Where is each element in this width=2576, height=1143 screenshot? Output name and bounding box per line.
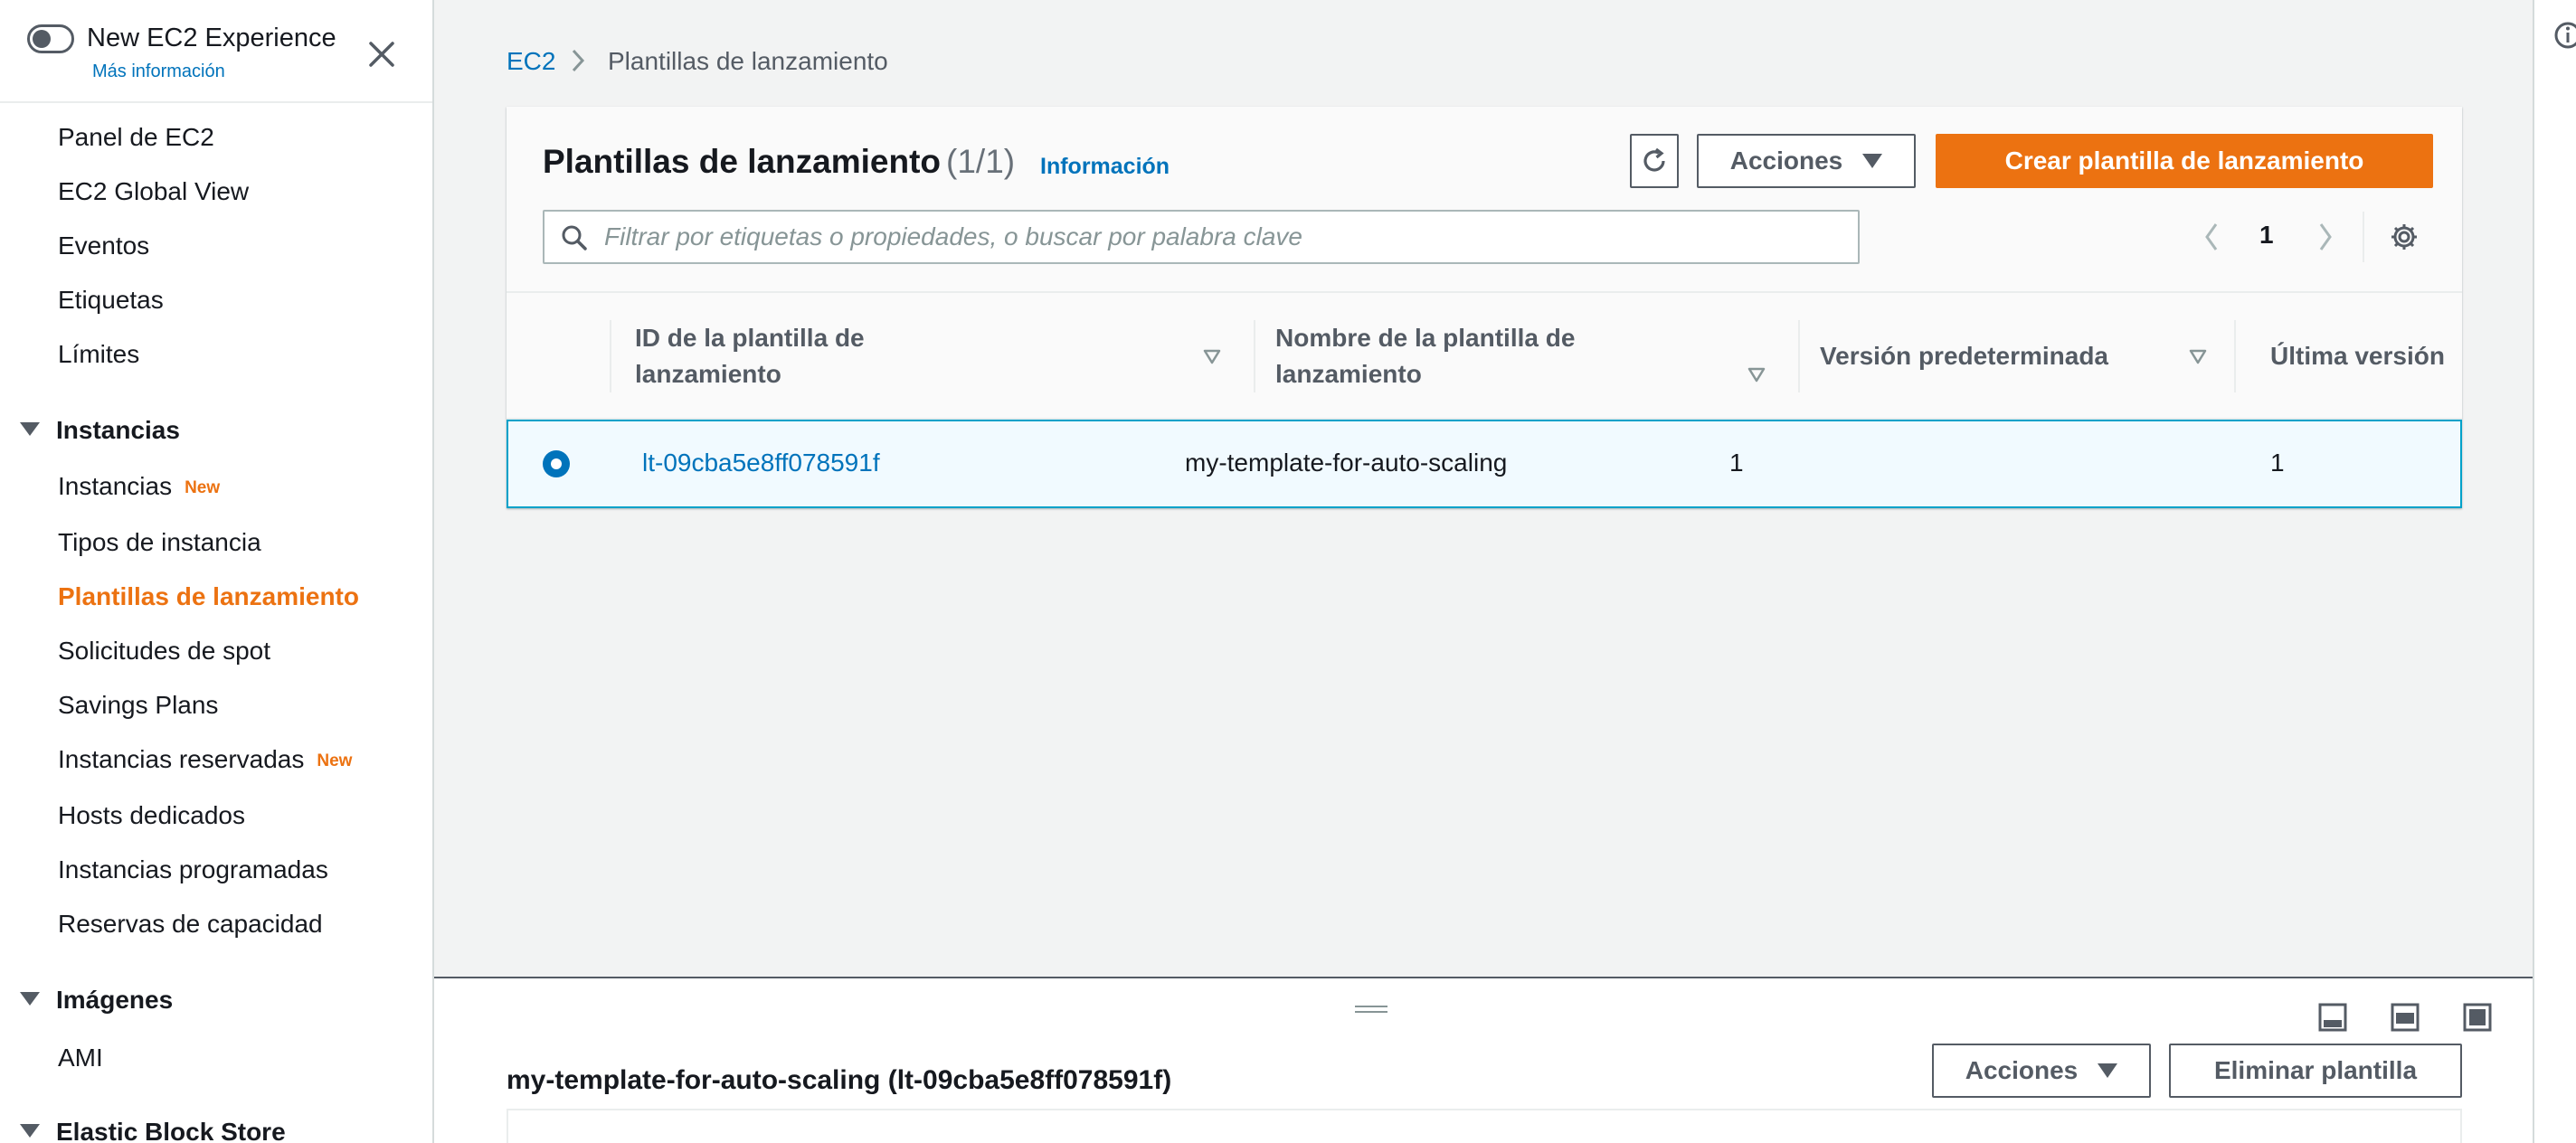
sort-icon[interactable] [2187, 345, 2209, 367]
details-actions-button[interactable]: Acciones [1932, 1044, 2151, 1098]
search-box [543, 210, 1860, 264]
nav-item-hosts-dedicados[interactable]: Hosts dedicados [58, 801, 245, 830]
column-header-id[interactable]: ID de la plantilla de lanzamiento [635, 293, 961, 420]
caret-down-icon [20, 422, 40, 436]
create-launch-template-button[interactable]: Crear plantilla de lanzamiento [1936, 134, 2433, 188]
experience-title: New EC2 Experience [87, 24, 336, 52]
column-divider [1254, 320, 1255, 392]
column-header-default-version[interactable]: Versión predeterminada [1820, 293, 2164, 420]
column-header-latest-version[interactable]: Última versión [2270, 293, 2462, 420]
new-badge: New [317, 751, 353, 770]
template-name: my-template-for-auto-scaling [1185, 449, 1508, 477]
panel-full-icon[interactable] [2462, 1002, 2493, 1033]
delete-template-button[interactable]: Eliminar plantilla [2169, 1044, 2462, 1098]
nav-item-panel-ec2[interactable]: Panel de EC2 [58, 123, 214, 152]
actions-label: Acciones [1965, 1056, 2079, 1084]
refresh-button[interactable] [1630, 134, 1679, 188]
actions-label: Acciones [1729, 146, 1843, 175]
template-id-link[interactable]: lt-09cba5e8ff078591f [642, 449, 880, 477]
page-number[interactable]: 1 [2259, 221, 2274, 250]
table-header-area: Plantillas de lanzamiento (1/1) Informaci… [507, 107, 2462, 293]
search-input[interactable] [604, 217, 1843, 257]
latest-version: 1 [2270, 449, 2285, 477]
info-link[interactable]: Información [1040, 154, 1170, 180]
row-radio-selected[interactable] [543, 450, 570, 477]
sort-icon[interactable] [1746, 364, 1767, 385]
chevron-left-icon[interactable] [2198, 217, 2225, 257]
search-icon [562, 225, 587, 250]
toggle-knob [33, 30, 51, 48]
divider [2363, 212, 2364, 262]
breadcrumb-ec2[interactable]: EC2 [507, 47, 555, 76]
column-header-name[interactable]: Nombre de la plantilla de lanzamiento [1275, 293, 1655, 420]
column-divider [610, 320, 611, 392]
details-split-panel: my-template-for-auto-scaling (lt-09cba5e… [434, 977, 2533, 1143]
launch-templates-table-card: Plantillas de lanzamiento (1/1) Informaci… [507, 107, 2462, 508]
column-divider [1798, 320, 1800, 392]
close-icon[interactable] [364, 36, 400, 72]
nav-section-ebs[interactable]: Elastic Block Store [20, 1118, 286, 1143]
panel-bottom-icon[interactable] [2317, 1002, 2348, 1033]
info-icon[interactable] [2552, 20, 2576, 51]
caret-down-icon [2098, 1063, 2118, 1078]
experience-header: New EC2 Experience Más información [0, 0, 432, 103]
table-header-row: ID de la plantilla de lanzamiento Nombre… [507, 293, 2462, 420]
more-info-link[interactable]: Más información [92, 61, 225, 82]
table-row[interactable]: lt-09cba5e8ff078591f my-template-for-aut… [507, 420, 2462, 508]
nav-section-imagenes[interactable]: Imágenes [20, 986, 173, 1015]
nav-item-solicitudes-spot[interactable]: Solicitudes de spot [58, 637, 270, 666]
help-panel-strip [2533, 0, 2576, 1143]
section-label: Elastic Block Store [56, 1118, 286, 1143]
refresh-icon [1643, 147, 1665, 172]
details-title: my-template-for-auto-scaling (lt-09cba5e… [507, 1065, 1172, 1095]
nav-item-ami[interactable]: AMI [58, 1044, 103, 1072]
gear-icon[interactable] [2388, 221, 2420, 253]
resize-handle[interactable] [1355, 1004, 1387, 1016]
caret-down-icon [1862, 154, 1883, 168]
section-label: Imágenes [56, 986, 174, 1014]
nav-item-reservas-capacidad[interactable]: Reservas de capacidad [58, 910, 323, 939]
nav-item-eventos[interactable]: Eventos [58, 231, 149, 260]
default-version: 1 [1729, 449, 1744, 477]
new-experience-toggle[interactable] [27, 24, 74, 53]
chevron-right-icon[interactable] [2312, 217, 2339, 257]
caret-down-icon [20, 992, 40, 1006]
title-text: Plantillas de lanzamiento [543, 143, 942, 180]
section-label: Instancias [56, 416, 180, 444]
title-count: (1/1) [946, 143, 1016, 180]
nav-label: Instancias [58, 472, 173, 500]
nav-section-instancias[interactable]: Instancias [20, 416, 180, 445]
column-divider [2234, 320, 2236, 392]
nav-item-limites[interactable]: Límites [58, 340, 139, 369]
nav-item-plantillas-lanzamiento[interactable]: Plantillas de lanzamiento [58, 582, 359, 611]
nav-label: Instancias reservadas [58, 745, 305, 773]
details-content [507, 1109, 2462, 1143]
nav-item-instancias[interactable]: Instancias New [58, 472, 220, 501]
nav-item-etiquetas[interactable]: Etiquetas [58, 286, 164, 315]
sort-icon[interactable] [1201, 345, 1223, 367]
nav-item-instancias-reservadas[interactable]: Instancias reservadas New [58, 745, 352, 774]
nav-item-instancias-programadas[interactable]: Instancias programadas [58, 855, 328, 884]
actions-dropdown-button[interactable]: Acciones [1697, 134, 1916, 188]
caret-down-icon [20, 1124, 40, 1138]
page-title: Plantillas de lanzamiento (1/1) [543, 143, 1015, 181]
nav-item-global-view[interactable]: EC2 Global View [58, 177, 249, 206]
side-navigation: New EC2 Experience Más información Panel… [0, 0, 434, 1143]
nav-item-savings-plans[interactable]: Savings Plans [58, 691, 218, 720]
chevron-right-icon [572, 49, 585, 72]
panel-side-icon[interactable] [2390, 1002, 2420, 1033]
breadcrumb-current: Plantillas de lanzamiento [608, 47, 888, 75]
nav-item-tipos-instancia[interactable]: Tipos de instancia [58, 528, 261, 557]
new-badge: New [185, 478, 221, 497]
